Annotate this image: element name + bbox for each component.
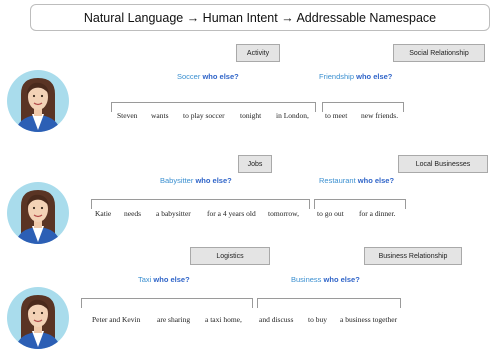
avatar-woman-icon xyxy=(7,182,69,244)
word: needs xyxy=(124,209,142,218)
word: to go out xyxy=(317,209,344,218)
category-local-businesses: Local Businesses xyxy=(398,155,488,173)
word: to play soccer xyxy=(183,111,225,120)
word: tonight xyxy=(240,111,262,120)
category-business-relationship: Business Relationship xyxy=(364,247,462,265)
intent-soccer: Soccer who else? xyxy=(177,72,239,81)
word: and discuss xyxy=(259,315,294,324)
intent-friendship: Friendship who else? xyxy=(319,72,393,81)
word: tomorrow, xyxy=(268,209,299,218)
word: a babysitter xyxy=(156,209,191,218)
word: for a dinner. xyxy=(359,209,396,218)
word: in London, xyxy=(276,111,309,120)
bracket-jobs xyxy=(91,199,310,209)
category-logistics: Logistics xyxy=(190,247,270,265)
intent-taxi: Taxi who else? xyxy=(138,275,190,284)
category-social-relationship: Social Relationship xyxy=(393,44,485,62)
word: to meet xyxy=(325,111,348,120)
word: a taxi home, xyxy=(205,315,242,324)
intent-business: Business who else? xyxy=(291,275,360,284)
avatar-woman-icon xyxy=(7,70,69,132)
diagram-title: Natural Language → Human Intent → Addres… xyxy=(30,4,490,31)
word: a business together xyxy=(340,315,398,324)
intent-restaurant: Restaurant who else? xyxy=(319,176,395,185)
intent-babysitter: Babysitter who else? xyxy=(160,176,232,185)
bracket-local-businesses xyxy=(314,199,406,209)
category-activity: Activity xyxy=(236,44,280,62)
bracket-business-relationship xyxy=(257,298,401,308)
category-jobs: Jobs xyxy=(238,155,272,173)
avatar-woman-icon xyxy=(7,287,69,349)
bracket-logistics xyxy=(81,298,253,308)
word: Katie xyxy=(95,209,112,218)
word: Steven xyxy=(117,111,138,120)
word: for a 4 years old xyxy=(207,209,256,218)
word: to buy xyxy=(308,315,327,324)
word: Peter and Kevin xyxy=(92,315,141,324)
word: are sharing xyxy=(157,315,191,324)
word: new friends. xyxy=(361,111,399,120)
word: wants xyxy=(151,111,169,120)
